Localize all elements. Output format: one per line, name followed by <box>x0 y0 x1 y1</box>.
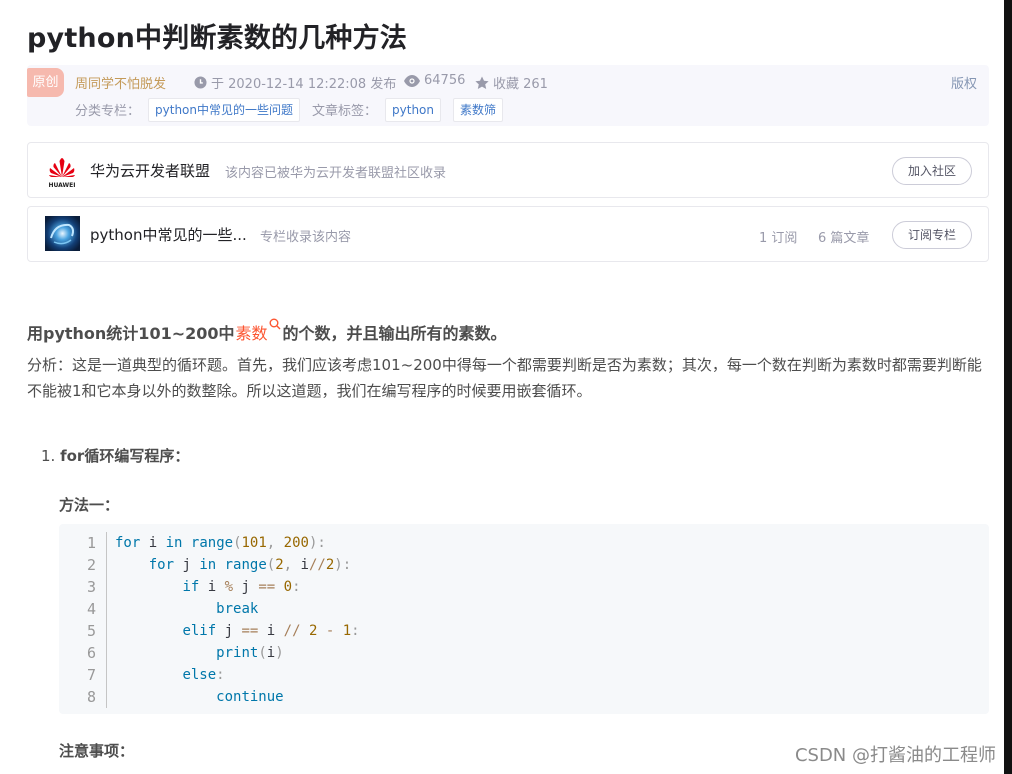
list-item-text: for循环编写程序： <box>60 447 190 465</box>
category-tag[interactable]: python中常见的一些问题 <box>148 97 300 122</box>
tags-label: 文章标签： <box>312 104 378 119</box>
community-title: 华为云开发者联盟 <box>90 162 211 180</box>
clock-icon <box>194 76 207 89</box>
line-number: 8 <box>86 688 96 706</box>
code-line: else: <box>182 667 225 683</box>
view-count: 64756 <box>404 73 465 88</box>
huawei-logo: HUAWEI <box>48 158 76 189</box>
category-row: 分类专栏： python中常见的一些问题 文章标签： python 素数筛 <box>75 97 515 122</box>
code-line: for j in range(2, i//2): <box>148 557 352 573</box>
code-line: elif j == i // 2 - 1: <box>182 623 360 639</box>
favorite-count[interactable]: 收藏 261 <box>475 73 548 92</box>
tag-prime-sieve[interactable]: 素数筛 <box>453 97 504 122</box>
code-line: continue <box>216 689 284 705</box>
list-number: 1. <box>41 447 56 465</box>
article-page: python中判断素数的几种方法 原创 周同学不怕脱发 于 2020-12-14… <box>0 0 1004 774</box>
csdn-watermark: CSDN @打酱油的工程师 <box>794 745 996 766</box>
line-number: 1 <box>86 534 96 552</box>
view-count-text: 64756 <box>424 73 466 88</box>
column-cover-image <box>45 216 80 251</box>
original-badge: 原创 <box>27 68 64 97</box>
code-line: for i in range(101, 200): <box>115 535 326 551</box>
line-number: 5 <box>86 622 96 640</box>
line-number: 4 <box>86 600 96 618</box>
line-number: 3 <box>86 578 96 596</box>
join-community-button[interactable]: 加入社区 <box>892 157 972 185</box>
favorite-count-text: 收藏 261 <box>493 77 548 92</box>
star-icon <box>475 76 489 89</box>
code-block[interactable]: 1 2 3 4 5 6 7 8 for i in range(101, 200)… <box>59 524 989 714</box>
code-lines: for i in range(101, 200): for j in range… <box>115 532 360 708</box>
line-number: 7 <box>86 666 96 684</box>
article-title: python中判断素数的几种方法 <box>27 23 408 54</box>
column-article-count: 6 篇文章 <box>818 231 870 246</box>
eye-icon <box>404 74 420 87</box>
category-label: 分类专栏： <box>75 104 141 119</box>
community-card[interactable]: HUAWEI 华为云开发者联盟 该内容已被华为云开发者联盟社区收录 加入社区 <box>27 142 989 198</box>
method-heading: 方法一： <box>59 496 120 514</box>
line-number: 2 <box>86 556 96 574</box>
line-number: 6 <box>86 644 96 662</box>
subscribe-column-button[interactable]: 订阅专栏 <box>892 221 972 249</box>
copyright-link[interactable]: 版权 <box>951 73 977 92</box>
community-desc: 该内容已被华为云开发者联盟社区收录 <box>225 166 447 181</box>
column-title: python中常见的一些... <box>90 226 247 244</box>
search-icon <box>269 318 281 330</box>
tag-python[interactable]: python <box>385 97 441 122</box>
keyword-link[interactable]: 素数 <box>236 320 268 344</box>
author-link[interactable]: 周同学不怕脱发 <box>75 73 166 92</box>
code-line: print(i) <box>216 645 284 661</box>
article-meta-box: 原创 周同学不怕脱发 于 2020-12-14 12:22:08 发布 6475… <box>27 65 989 126</box>
publish-time: 于 2020-12-14 12:22:08 发布 <box>194 73 396 92</box>
heading-text-before: 用python统计101~200中 <box>27 324 235 343</box>
code-line: break <box>216 601 259 617</box>
column-subscribers: 1 订阅 <box>759 231 798 246</box>
line-number-gutter: 1 2 3 4 5 6 7 8 <box>59 532 107 708</box>
analysis-paragraph: 分析：这是一道典型的循环题。首先，我们应该考虑101~200中得每一个都需要判断… <box>27 356 982 400</box>
list-item: 1. for循环编写程序： <box>41 445 189 466</box>
publish-time-text: 于 2020-12-14 12:22:08 发布 <box>211 77 397 92</box>
note-heading: 注意事项： <box>59 742 135 760</box>
column-card[interactable]: python中常见的一些... 专栏收录该内容 1 订阅 6 篇文章 订阅专栏 <box>27 206 989 262</box>
window-edge <box>1004 0 1012 774</box>
column-desc: 专栏收录该内容 <box>260 230 352 245</box>
huawei-logo-text: HUAWEI <box>48 182 75 189</box>
heading-text-after: 的个数，并且输出所有的素数。 <box>282 324 507 343</box>
code-line: if i % j == 0: <box>182 579 301 595</box>
section-heading: 用python统计101~200中 素数 的个数，并且输出所有的素数。 <box>27 318 507 344</box>
